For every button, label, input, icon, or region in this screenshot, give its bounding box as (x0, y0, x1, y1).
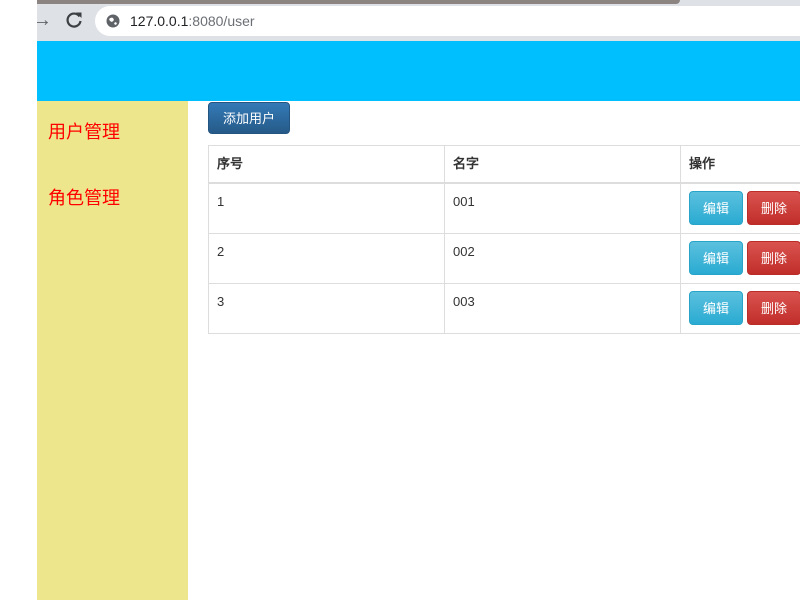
browser-tab-strip (37, 0, 680, 4)
url-text: 127.0.0.1:8080/user (130, 13, 255, 29)
arrow-forward-icon[interactable]: → (37, 9, 53, 31)
table-row: 3 003 编辑 删除 (208, 282, 800, 334)
cell-name: 001 (444, 182, 681, 234)
edit-button[interactable]: 编辑 (689, 191, 743, 225)
sidebar-item-role-management[interactable]: 角色管理 (48, 187, 120, 209)
table-row: 2 002 编辑 删除 (208, 232, 800, 284)
app-header (37, 41, 800, 101)
url-host: 127.0.0.1 (130, 13, 189, 29)
globe-icon[interactable] (106, 14, 120, 28)
reload-icon[interactable] (63, 9, 85, 31)
window-edge (0, 0, 37, 600)
main-content: 添加用户 序号 名字 操作 1 001 编辑 删除 2 002 编辑 删除 3 … (188, 101, 800, 600)
cell-actions: 编辑 删除 (680, 282, 800, 334)
edit-button[interactable]: 编辑 (689, 290, 743, 325)
delete-button[interactable]: 删除 (747, 240, 800, 275)
delete-button[interactable]: 删除 (747, 191, 800, 225)
cell-actions: 编辑 删除 (680, 232, 800, 284)
cell-name: 002 (444, 232, 681, 284)
sidebar: 用户管理 角色管理 (37, 101, 188, 600)
column-header-name: 名字 (444, 145, 681, 184)
table-row: 1 001 编辑 删除 (208, 182, 800, 234)
delete-button[interactable]: 删除 (747, 290, 800, 325)
column-header-id: 序号 (208, 145, 445, 184)
cell-id: 1 (208, 182, 445, 234)
add-user-button[interactable]: 添加用户 (208, 102, 290, 134)
cell-actions: 编辑 删除 (680, 182, 800, 234)
cell-id: 3 (208, 282, 445, 334)
cell-id: 2 (208, 232, 445, 284)
url-path: :8080/user (188, 13, 255, 29)
browser-toolbar: → 127.0.0.1:8080/user (37, 0, 800, 41)
address-bar[interactable]: 127.0.0.1:8080/user (95, 6, 800, 36)
cell-name: 003 (444, 282, 681, 334)
sidebar-item-user-management[interactable]: 用户管理 (48, 121, 120, 143)
table-header-row: 序号 名字 操作 (208, 145, 800, 184)
users-table: 序号 名字 操作 1 001 编辑 删除 2 002 编辑 删除 3 003 编… (208, 145, 800, 334)
column-header-actions: 操作 (680, 145, 800, 184)
edit-button[interactable]: 编辑 (689, 240, 743, 275)
